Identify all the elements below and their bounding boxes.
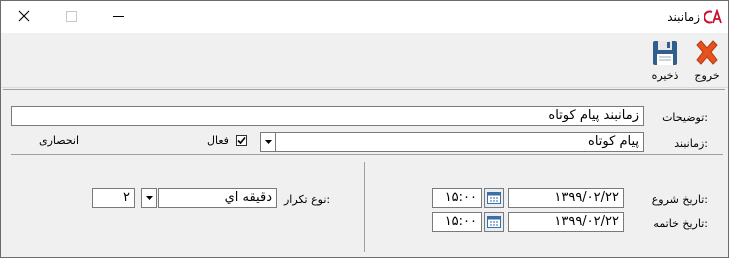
section-divider (364, 162, 365, 252)
description-input[interactable]: زمانبند پیام کوتاه (11, 106, 644, 126)
start-time-input[interactable]: ۱۵:۰۰ (432, 188, 482, 208)
close-icon (18, 10, 30, 22)
ca-logo-icon (703, 8, 722, 25)
start-date-label: تاریخ شروع: (651, 193, 708, 206)
scheduler-window: زمانبند خروج ذخیره توضیحات: زمانبند پیام… (0, 0, 729, 258)
end-date-calendar-button[interactable] (484, 212, 504, 232)
exclusive-label: انحصاری (39, 134, 80, 147)
scheduler-combobox[interactable]: پیام کوتاه (275, 132, 644, 152)
start-date-input[interactable]: ۱۳۹۹/۰۲/۲۲ (508, 188, 624, 208)
calendar-icon (487, 192, 501, 204)
minimize-window-button[interactable] (95, 1, 141, 31)
save-button[interactable]: ذخیره (646, 35, 684, 85)
repeat-type-label: نوع تکرار: (284, 193, 331, 206)
checkmark-icon (237, 136, 246, 145)
exit-x-icon (696, 40, 718, 65)
floppy-disk-icon (653, 41, 677, 65)
end-date-input[interactable]: ۱۳۹۹/۰۲/۲۲ (508, 212, 624, 232)
toolbar: خروج ذخیره (1, 33, 728, 88)
description-label: توضیحات: (662, 111, 708, 124)
calendar-icon (487, 216, 501, 228)
close-window-button[interactable] (1, 1, 47, 31)
end-time-input[interactable]: ۱۵:۰۰ (432, 212, 482, 232)
form-panel: توضیحات: زمانبند پیام کوتاه زمانبند: پیا… (3, 89, 725, 255)
maximize-icon (65, 10, 77, 22)
minimize-icon (112, 15, 124, 17)
exit-button[interactable]: خروج (688, 35, 726, 85)
active-checkbox[interactable] (236, 135, 247, 146)
repeat-count-input[interactable]: ۲ (92, 188, 135, 208)
save-label: ذخیره (651, 69, 679, 82)
repeat-type-combobox[interactable]: دقیقه اي (158, 188, 277, 208)
chevron-down-icon (264, 140, 272, 144)
exit-label: خروج (694, 69, 720, 82)
title-bar: زمانبند (1, 1, 728, 33)
scheduler-label: زمانبند: (674, 137, 708, 150)
scheduler-dropdown-button[interactable] (260, 132, 276, 152)
active-label: فعال (207, 134, 229, 147)
maximize-window-button[interactable] (48, 1, 94, 31)
repeat-type-dropdown-button[interactable] (141, 188, 157, 208)
window-title: زمانبند (667, 10, 700, 24)
end-date-label: تاریخ خاتمه: (653, 217, 708, 230)
start-date-calendar-button[interactable] (484, 188, 504, 208)
chevron-down-icon (145, 196, 153, 200)
separator-line (11, 154, 723, 155)
